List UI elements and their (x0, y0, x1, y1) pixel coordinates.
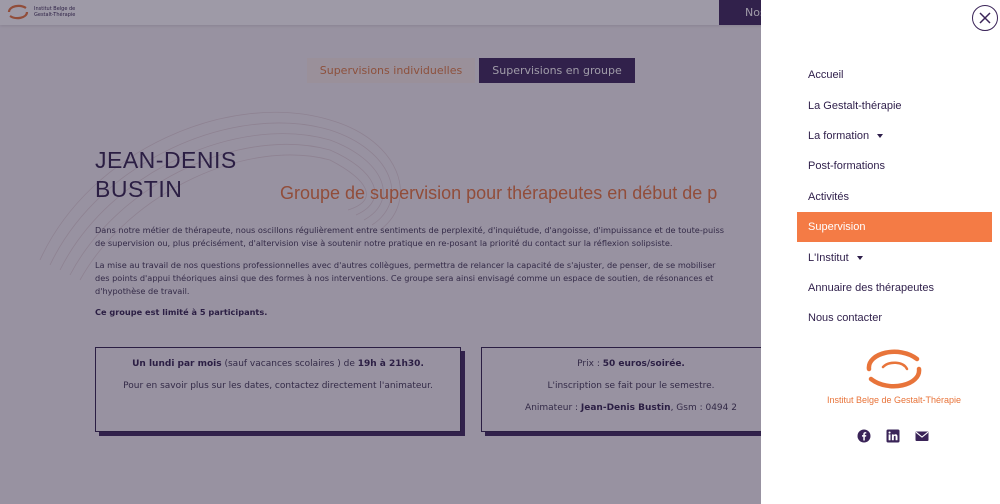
logo-swirl-icon (866, 349, 922, 389)
menu-item-label: Annuaire des thérapeutes (808, 281, 934, 294)
menu-item-institut[interactable]: L'Institut (797, 242, 992, 272)
menu-item-activites[interactable]: Activités (797, 182, 992, 212)
menu-item-annuaire[interactable]: Annuaire des thérapeutes (797, 273, 992, 303)
side-menu: Accueil La Gestalt-thérapie La formation… (797, 60, 992, 334)
menu-item-la-formation[interactable]: La formation (797, 121, 992, 151)
menu-item-nous-contacter[interactable]: Nous contacter (797, 303, 992, 333)
menu-item-label: La formation (808, 129, 870, 142)
social-links (857, 429, 929, 443)
menu-item-label: Post-formations (808, 160, 886, 173)
menu-item-supervision[interactable]: Supervision (797, 211, 992, 243)
close-icon (979, 12, 991, 24)
menu-item-label: Activités (808, 190, 849, 203)
menu-item-label: L'Institut (808, 251, 849, 264)
menu-item-label: Accueil (808, 69, 844, 82)
panel-logo[interactable]: Institut Belge de Gestalt-Thérapie (820, 345, 968, 405)
menu-item-accueil[interactable]: Accueil (797, 60, 992, 90)
panel-logo-text: Institut Belge de Gestalt-Thérapie (826, 395, 962, 405)
chevron-down-icon[interactable] (877, 133, 884, 138)
chevron-down-icon[interactable] (856, 255, 863, 260)
email-icon[interactable] (915, 429, 929, 443)
menu-item-post-formations[interactable]: Post-formations (797, 151, 992, 181)
menu-item-label: Supervision (808, 221, 866, 234)
linkedin-icon[interactable] (886, 429, 900, 443)
menu-item-label: La Gestalt-thérapie (808, 99, 902, 112)
menu-item-label: Nous contacter (808, 312, 882, 325)
close-menu-button[interactable] (972, 5, 998, 31)
facebook-icon[interactable] (857, 429, 871, 443)
menu-item-gestalt-therapie[interactable]: La Gestalt-thérapie (797, 90, 992, 120)
